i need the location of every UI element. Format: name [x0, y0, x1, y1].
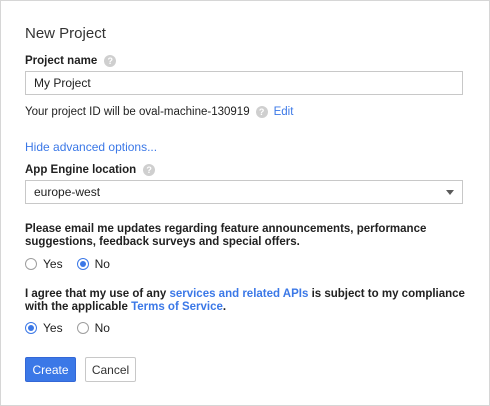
email-updates-radio-group: Yes No — [25, 257, 124, 271]
terms-agreement-text: I agree that my use of any services and … — [25, 288, 465, 313]
email-updates-question: Please email me updates regarding featur… — [25, 223, 427, 248]
app-engine-location-label: App Engine location — [25, 164, 137, 176]
radio-button[interactable] — [76, 258, 89, 270]
project-name-label-row: Project name ? — [25, 55, 117, 67]
radio-button[interactable] — [25, 322, 37, 334]
dialog-title: New Project — [25, 25, 106, 42]
radio-label: No — [94, 257, 110, 271]
project-id-text: Your project ID will be oval-machine-130… — [25, 106, 250, 118]
email-updates-yes-option[interactable]: Yes — [25, 257, 63, 271]
terms-of-service-link[interactable]: Terms of Service — [131, 301, 223, 313]
project-name-value: My Project — [34, 76, 91, 90]
project-name-input[interactable]: My Project — [25, 71, 463, 95]
radio-label: No — [94, 321, 110, 335]
radio-button[interactable] — [76, 322, 89, 334]
terms-radio-group: Yes No — [25, 321, 124, 335]
app-engine-location-label-row: App Engine location ? — [25, 164, 156, 176]
terms-no-option[interactable]: No — [76, 321, 110, 335]
new-project-dialog: New Project Project name ? My Project Yo… — [0, 0, 490, 406]
cancel-button[interactable]: Cancel — [85, 357, 136, 382]
app-engine-location-value: europe-west — [34, 185, 101, 199]
services-and-apis-link[interactable]: services and related APIs — [169, 288, 308, 300]
create-button[interactable]: Create — [25, 357, 76, 382]
terms-yes-option[interactable]: Yes — [25, 321, 63, 335]
help-icon[interactable]: ? — [255, 106, 268, 118]
caret-down-icon — [446, 189, 454, 195]
radio-label: Yes — [43, 321, 63, 335]
help-icon[interactable]: ? — [143, 164, 156, 176]
radio-label: Yes — [43, 257, 63, 271]
edit-project-id-link[interactable]: Edit — [274, 106, 294, 118]
app-engine-location-select[interactable]: europe-west — [25, 180, 463, 204]
project-name-label: Project name — [25, 55, 98, 67]
email-updates-no-option[interactable]: No — [76, 257, 110, 271]
project-id-row: Your project ID will be oval-machine-130… — [25, 106, 293, 118]
radio-button[interactable] — [25, 258, 37, 270]
hide-advanced-options-link[interactable]: Hide advanced options... — [25, 140, 157, 154]
help-icon[interactable]: ? — [104, 55, 117, 67]
